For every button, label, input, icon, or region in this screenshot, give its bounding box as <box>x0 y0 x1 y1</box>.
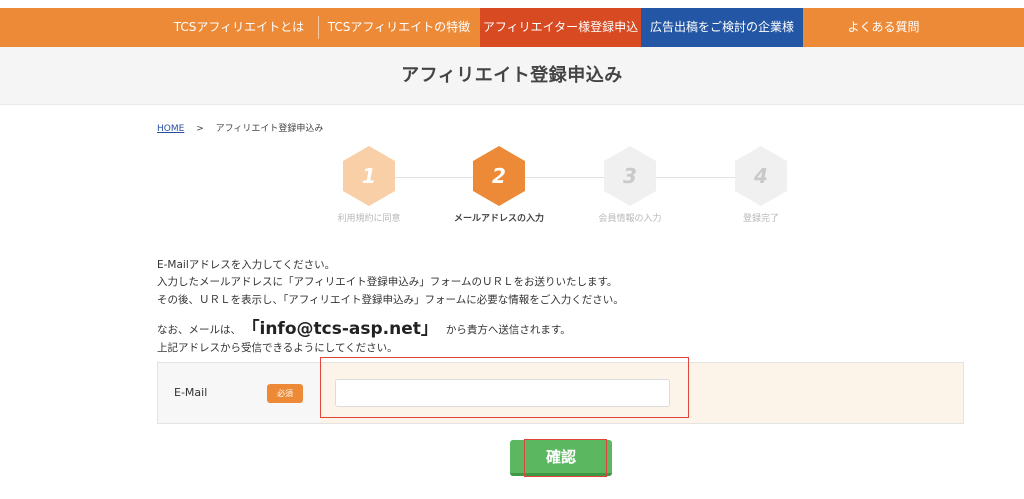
nav-item-affiliate-signup[interactable]: アフィリエイター様登録申込 <box>480 8 641 47</box>
step-member-info: 3 会員情報の入力 <box>570 146 690 226</box>
sender-email-address: 「info@tcs-asp.net」 <box>251 319 438 339</box>
top-strip <box>0 0 1024 8</box>
confirm-button[interactable]: 確認 <box>510 440 612 476</box>
page-title: アフィリエイト登録申込み <box>401 65 623 86</box>
nav-item-features[interactable]: TCSアフィリエイトの特徴 <box>318 8 480 47</box>
required-badge: 必須 <box>267 384 303 403</box>
step-agree-terms: 1 利用規約に同意 <box>309 146 429 226</box>
nav-item-about[interactable]: TCSアフィリエイトとは <box>160 8 318 47</box>
step-complete: 4 登録完了 <box>701 146 821 226</box>
email-input[interactable] <box>335 379 670 407</box>
instruction-line-1: E-Mailアドレスを入力してください。 <box>157 259 336 271</box>
email-label: E-Mail <box>174 386 208 399</box>
step-number: 1 <box>362 164 376 188</box>
nav-item-advertisers[interactable]: 広告出稿をご検討の企業様 <box>641 8 803 47</box>
title-band: アフィリエイト登録申込み <box>0 47 1024 105</box>
instruction-line-4: なお、メールは、 「info@tcs-asp.net」 から貴方へ送信されます。 <box>157 313 571 339</box>
sender-note-prefix: なお、メールは、 <box>157 324 241 336</box>
breadcrumb: HOME > アフィリエイト登録申込み <box>157 121 323 134</box>
step-label: 登録完了 <box>742 214 779 224</box>
breadcrumb-current: アフィリエイト登録申込み <box>215 124 324 134</box>
email-label-cell: E-Mail 必須 <box>158 363 320 423</box>
main-nav: TCSアフィリエイトとは TCSアフィリエイトの特徴 アフィリエイター様登録申込… <box>0 8 1024 47</box>
step-number: 2 <box>492 164 506 188</box>
instruction-line-5: 上記アドレスから受信できるようにしてください。 <box>157 342 398 354</box>
step-label: 会員情報の入力 <box>598 214 662 224</box>
breadcrumb-separator: > <box>196 124 204 134</box>
instruction-line-3: その後、ＵＲＬを表示し、「アフィリエイト登録申込み」フォームに必要な情報をご入力… <box>157 294 624 306</box>
breadcrumb-home-link[interactable]: HOME <box>157 124 184 134</box>
step-enter-email: 2 メールアドレスの入力 <box>439 146 559 226</box>
email-form-row: E-Mail 必須 <box>157 362 964 424</box>
step-label: メールアドレスの入力 <box>453 214 544 224</box>
step-label: 利用規約に同意 <box>337 214 401 224</box>
step-number: 3 <box>623 164 637 188</box>
sender-note-suffix: から貴方へ送信されます。 <box>445 324 571 336</box>
step-number: 4 <box>754 164 768 188</box>
instruction-line-2: 入力したメールアドレスに「アフィリエイト登録申込み」フォームのＵＲＬをお送りいた… <box>157 276 618 288</box>
nav-item-faq[interactable]: よくある質問 <box>803 8 964 47</box>
